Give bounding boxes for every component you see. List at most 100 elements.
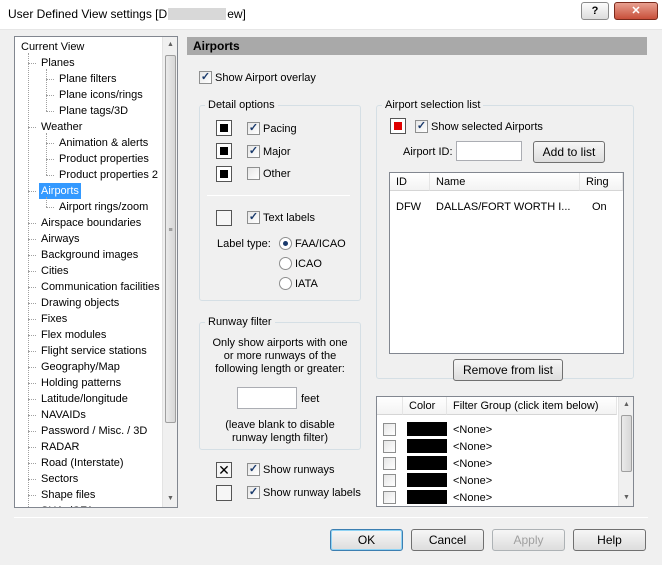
show-selected-checkbox[interactable]: ✓ bbox=[415, 120, 428, 133]
runway-desc-line3: following length or greater: bbox=[215, 363, 345, 375]
runway-color-swatch-x-icon[interactable]: ✕ bbox=[216, 462, 232, 478]
filter-scroll-up-icon[interactable]: ▲ bbox=[619, 397, 634, 413]
tree-connector bbox=[28, 367, 36, 368]
filter-row-color-swatch[interactable] bbox=[407, 490, 447, 504]
radio-icao-label: ICAO bbox=[295, 258, 322, 270]
col-filter-group-header[interactable]: Filter Group (click item below) bbox=[447, 397, 617, 415]
apply-button[interactable]: Apply bbox=[492, 529, 565, 551]
text-labels-checkbox[interactable]: ✓ bbox=[247, 211, 260, 224]
remove-from-list-button[interactable]: Remove from list bbox=[453, 359, 563, 381]
window-title-prefix: User Defined View settings [D bbox=[8, 7, 168, 21]
filter-row-checkbox[interactable] bbox=[383, 440, 396, 453]
pacing-color-swatch[interactable] bbox=[216, 120, 232, 136]
tree-item-background-images[interactable]: Background images bbox=[39, 247, 140, 263]
major-checkbox[interactable]: ✓ bbox=[247, 145, 260, 158]
tree-item-animation-alerts[interactable]: Animation & alerts bbox=[57, 135, 150, 151]
tree-item-plane-tags-3d[interactable]: Plane tags/3D bbox=[57, 103, 130, 119]
tree-connector bbox=[28, 127, 36, 128]
filter-row-color-swatch[interactable] bbox=[407, 456, 447, 470]
tree-item-flight-service-stations[interactable]: Flight service stations bbox=[39, 343, 149, 359]
settings-tree[interactable]: Current View Planes Plane filters Plane ico… bbox=[14, 36, 178, 508]
col-color-header[interactable]: Color bbox=[403, 397, 447, 415]
tree-item-fixes[interactable]: Fixes bbox=[39, 311, 69, 327]
tree-connector bbox=[46, 95, 54, 96]
filter-row-checkbox[interactable] bbox=[383, 491, 396, 504]
filter-group-list[interactable]: Color Filter Group (click item below) <N… bbox=[376, 396, 634, 507]
tree-item-communication-facilities[interactable]: Communication facilities bbox=[39, 279, 162, 295]
tree-item-airport-rings-zoom[interactable]: Airport rings/zoom bbox=[57, 199, 150, 215]
other-checkbox[interactable] bbox=[247, 167, 260, 180]
airport-row-id[interactable]: DFW bbox=[396, 200, 421, 214]
airport-id-input[interactable] bbox=[456, 141, 522, 161]
filter-row-checkbox[interactable] bbox=[383, 423, 396, 436]
tree-guide-line bbox=[46, 197, 47, 207]
detail-separator bbox=[207, 195, 350, 196]
runway-unit-label: feet bbox=[301, 393, 320, 405]
tree-item-radar[interactable]: RADAR bbox=[39, 439, 82, 455]
other-color-swatch[interactable] bbox=[216, 166, 232, 182]
filter-row-checkbox[interactable] bbox=[383, 474, 396, 487]
runway-length-input[interactable] bbox=[237, 387, 297, 409]
filter-row-color-swatch[interactable] bbox=[407, 473, 447, 487]
tree-item-password-misc-3d[interactable]: Password / Misc. / 3D bbox=[39, 423, 149, 439]
close-icon[interactable]: ✕ bbox=[614, 2, 658, 20]
scroll-thumb[interactable] bbox=[165, 55, 176, 423]
cancel-button[interactable]: Cancel bbox=[411, 529, 484, 551]
tree-item-suas-cfas[interactable]: SUAs/CFAs bbox=[39, 503, 101, 507]
col-id-header[interactable]: ID bbox=[390, 173, 430, 191]
tree-item-latitude-longitude[interactable]: Latitude/longitude bbox=[39, 391, 130, 407]
filter-row-color-swatch[interactable] bbox=[407, 439, 447, 453]
col-ring-header[interactable]: Ring bbox=[580, 173, 623, 191]
show-runway-labels-checkbox[interactable]: ✓ bbox=[247, 486, 260, 499]
tree-item-flex-modules[interactable]: Flex modules bbox=[39, 327, 108, 343]
scroll-up-icon[interactable]: ▲ bbox=[163, 37, 177, 53]
show-overlay-checkbox[interactable]: ✓ bbox=[199, 71, 212, 84]
airport-row-ring[interactable]: On bbox=[592, 200, 607, 214]
ok-button[interactable]: OK bbox=[330, 529, 403, 551]
airport-row-name[interactable]: DALLAS/FORT WORTH I... bbox=[436, 200, 570, 214]
airport-list-view[interactable]: ID Name Ring DFW DALLAS/FORT WORTH I... … bbox=[389, 172, 624, 354]
tree-scrollbar[interactable]: ▲ ≡ ▼ bbox=[162, 37, 177, 507]
filter-scroll-down-icon[interactable]: ▼ bbox=[619, 490, 634, 506]
text-labels-color-swatch[interactable] bbox=[216, 210, 232, 226]
filter-scrollbar[interactable]: ▲ ▼ bbox=[618, 397, 633, 506]
show-runways-checkbox[interactable]: ✓ bbox=[247, 463, 260, 476]
filter-row-name[interactable]: <None> bbox=[453, 474, 492, 488]
footer-separator bbox=[14, 517, 648, 518]
selected-airports-color-swatch[interactable] bbox=[390, 118, 406, 134]
tree-item-airspace-boundaries[interactable]: Airspace boundaries bbox=[39, 215, 143, 231]
tree-item-shape-files[interactable]: Shape files bbox=[39, 487, 97, 503]
tree-item-geography-map[interactable]: Geography/Map bbox=[39, 359, 122, 375]
help-title-button[interactable]: ? bbox=[581, 2, 609, 20]
filter-row-name[interactable]: <None> bbox=[453, 491, 492, 505]
tree-item-cities[interactable]: Cities bbox=[39, 263, 71, 279]
filter-scroll-thumb[interactable] bbox=[621, 415, 632, 472]
tree-item-airways[interactable]: Airways bbox=[39, 231, 82, 247]
tree-item-sectors[interactable]: Sectors bbox=[39, 471, 80, 487]
scroll-down-icon[interactable]: ▼ bbox=[163, 491, 177, 507]
add-to-list-button[interactable]: Add to list bbox=[533, 141, 605, 163]
filter-row-name[interactable]: <None> bbox=[453, 423, 492, 437]
tree-item-product-properties[interactable]: Product properties bbox=[57, 151, 151, 167]
tree-item-current-view[interactable]: Current View bbox=[19, 39, 86, 55]
radio-iata[interactable] bbox=[279, 277, 292, 290]
tree-item-navaids[interactable]: NAVAIDs bbox=[39, 407, 88, 423]
filter-row-name[interactable]: <None> bbox=[453, 440, 492, 454]
tree-item-road-interstate[interactable]: Road (Interstate) bbox=[39, 455, 126, 471]
runway-labels-color-swatch[interactable] bbox=[216, 485, 232, 501]
tree-item-drawing-objects[interactable]: Drawing objects bbox=[39, 295, 121, 311]
major-color-swatch[interactable] bbox=[216, 143, 232, 159]
tree-item-plane-icons-rings[interactable]: Plane icons/rings bbox=[57, 87, 145, 103]
tree-item-plane-filters[interactable]: Plane filters bbox=[57, 71, 118, 87]
tree-item-planes[interactable]: Planes bbox=[39, 55, 77, 71]
filter-row-name[interactable]: <None> bbox=[453, 457, 492, 471]
pacing-checkbox[interactable]: ✓ bbox=[247, 122, 260, 135]
filter-row-checkbox[interactable] bbox=[383, 457, 396, 470]
col-name-header[interactable]: Name bbox=[430, 173, 580, 191]
help-button[interactable]: Help bbox=[573, 529, 646, 551]
radio-icao[interactable] bbox=[279, 257, 292, 270]
tree-item-product-properties-2[interactable]: Product properties 2 bbox=[57, 167, 160, 183]
filter-row-color-swatch[interactable] bbox=[407, 422, 447, 436]
tree-item-holding-patterns[interactable]: Holding patterns bbox=[39, 375, 123, 391]
radio-faa-icao[interactable] bbox=[279, 237, 292, 250]
